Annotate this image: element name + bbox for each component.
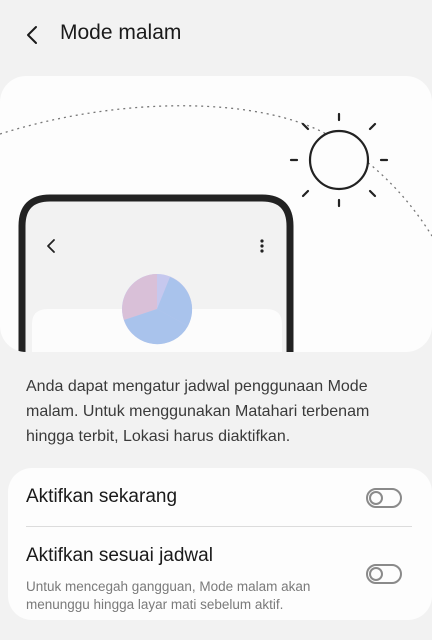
back-button[interactable] [14, 18, 50, 52]
activate-schedule-toggle[interactable] [366, 564, 402, 584]
phone-mockup [18, 194, 294, 352]
toggle-knob [369, 491, 383, 505]
activate-schedule-label: Aktifkan sesuai jadwal [26, 545, 213, 566]
sun-icon [289, 112, 389, 208]
activate-schedule-description: Untuk mencegah gangguan, Mode malam akan… [26, 579, 311, 612]
page-title: Mode malam [60, 21, 182, 44]
activate-now-label: Aktifkan sekarang [26, 486, 178, 507]
app-bar: Mode malam [0, 0, 432, 70]
night-mode-illustration [0, 76, 432, 352]
description-text: Anda dapat mengatur jadwal penggunaan Mo… [26, 378, 370, 445]
settings-card: Aktifkan sekarang Aktifkan sesuai jadwal… [8, 468, 432, 620]
chevron-left-icon [27, 26, 37, 44]
illustration-graphic [0, 105, 432, 352]
pie-graphic [122, 274, 193, 345]
activate-schedule-row[interactable]: Aktifkan sesuai jadwal Untuk mencegah ga… [8, 530, 432, 620]
toggle-knob [369, 567, 383, 581]
divider [26, 526, 412, 527]
activate-now-toggle[interactable] [366, 488, 402, 508]
more-vert-icon [260, 239, 264, 253]
activate-now-row[interactable]: Aktifkan sekarang [8, 468, 432, 528]
